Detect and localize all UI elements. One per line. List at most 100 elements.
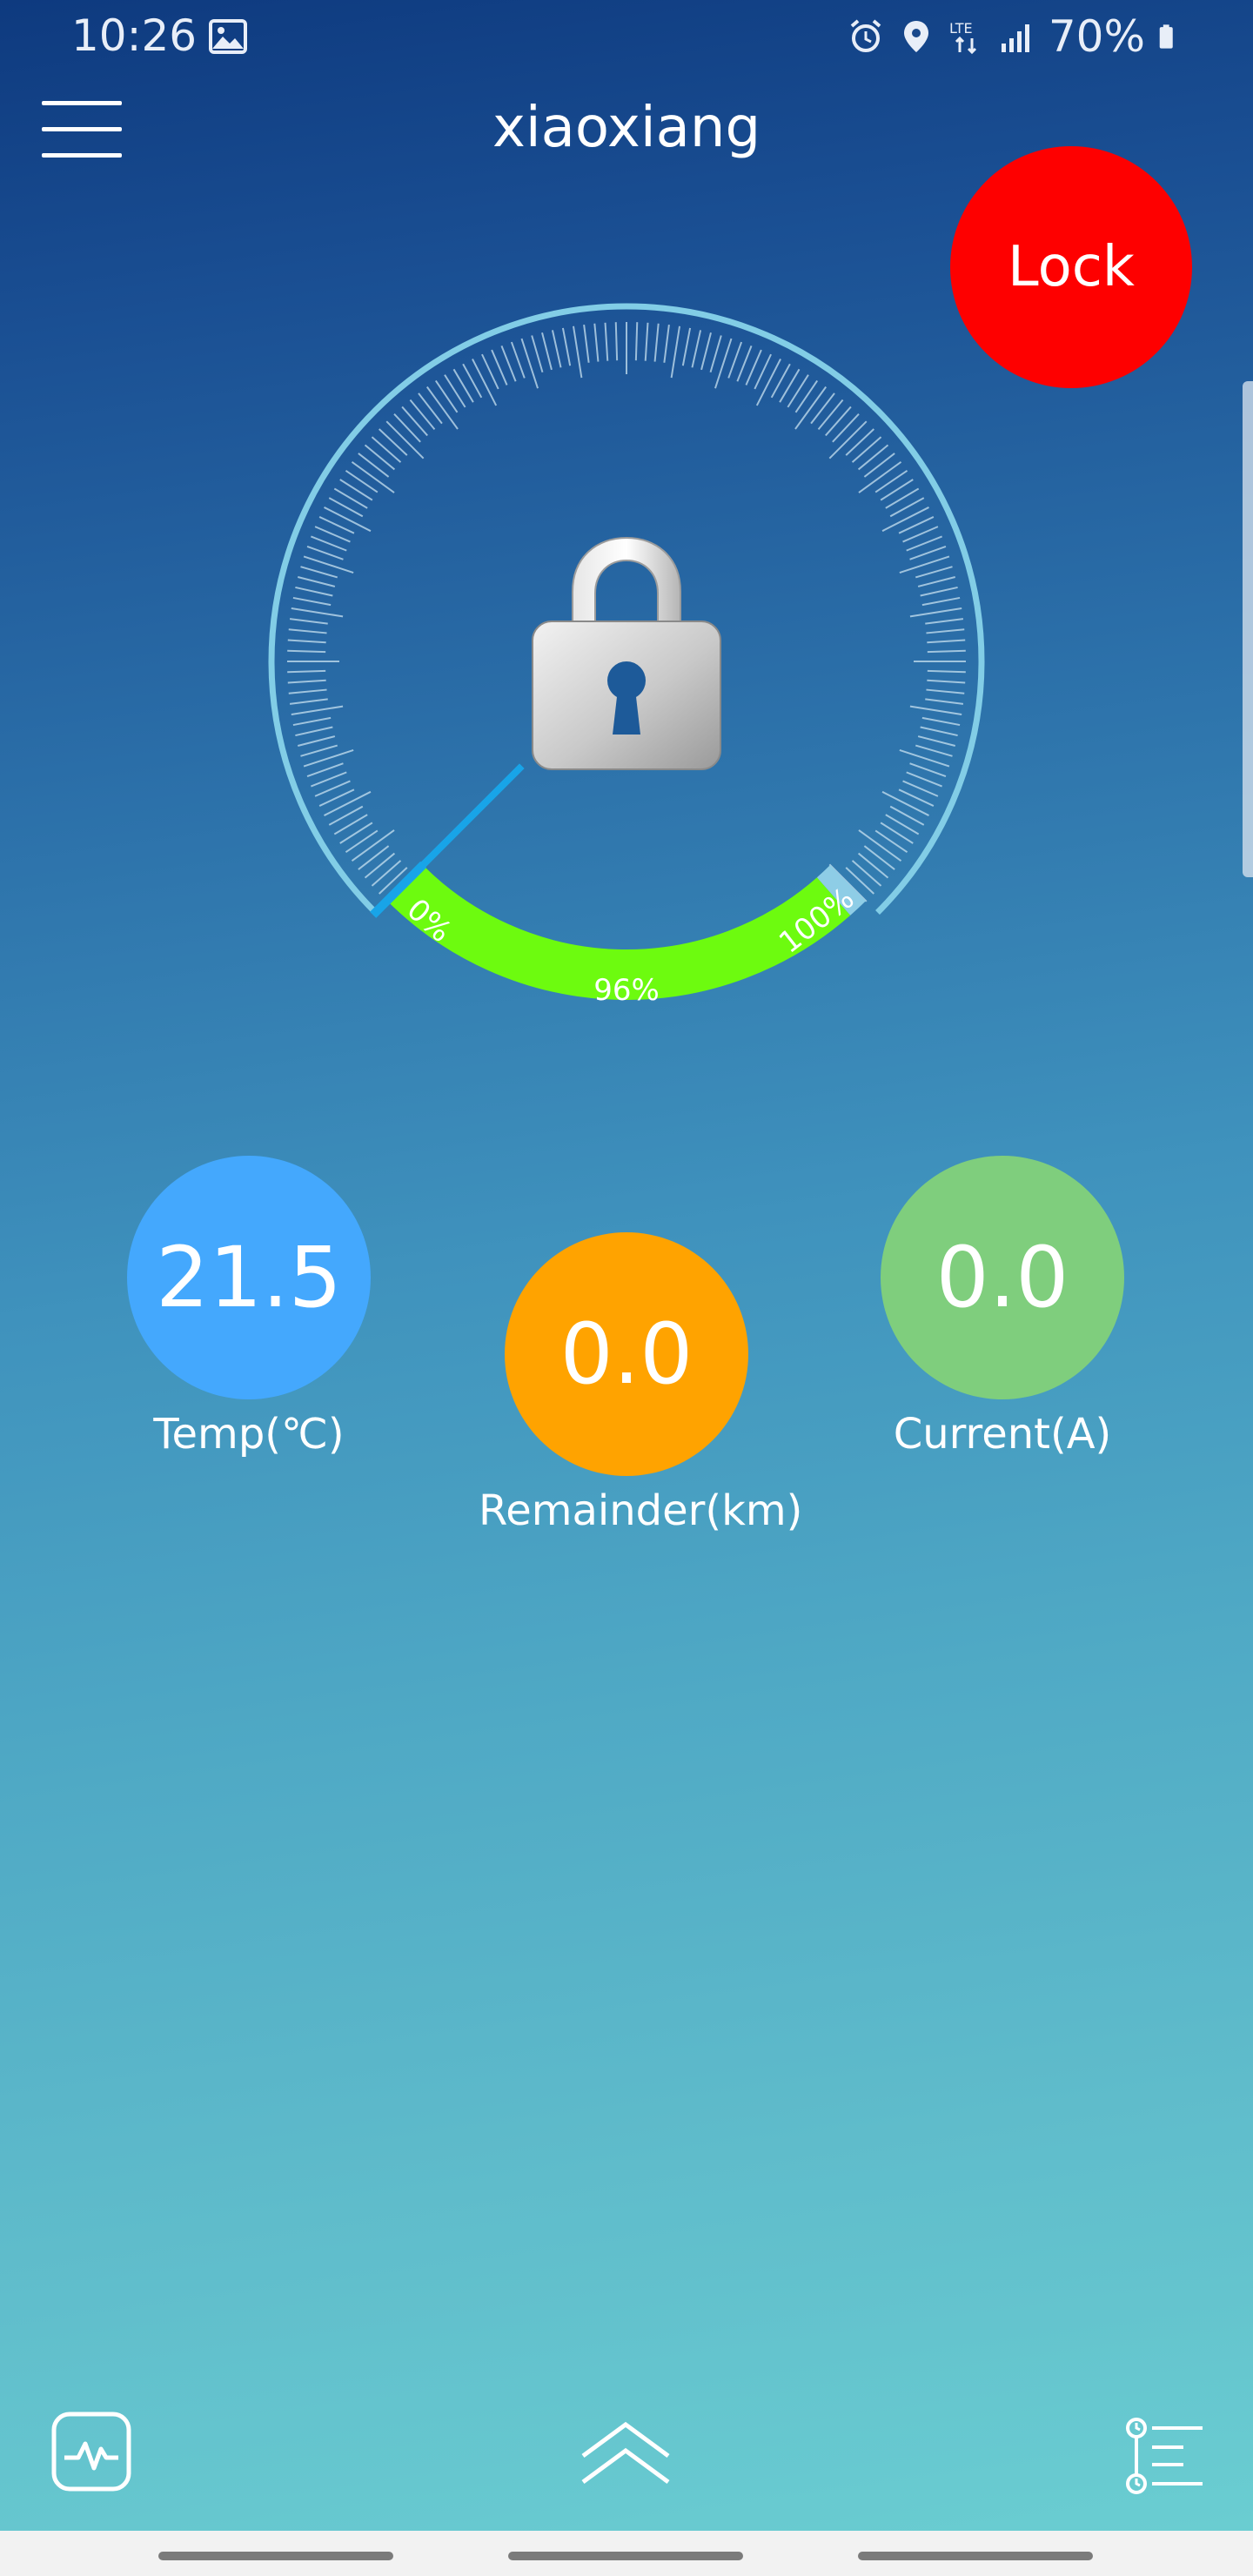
gauge-tick bbox=[541, 332, 553, 371]
gauge-tick bbox=[345, 469, 379, 493]
gauge-tick bbox=[644, 322, 649, 361]
gauge-tick bbox=[915, 744, 953, 757]
gauge-tick bbox=[328, 805, 364, 826]
svg-text:LTE: LTE bbox=[949, 20, 973, 37]
gauge-tick bbox=[881, 790, 929, 816]
pulse-icon[interactable] bbox=[50, 2411, 132, 2492]
temp-label: Temp(℃) bbox=[153, 1410, 345, 1459]
gauge-tick bbox=[857, 852, 889, 879]
gauge-tick bbox=[364, 444, 396, 471]
gauge-tick bbox=[328, 497, 364, 518]
gauge-tick bbox=[874, 829, 908, 854]
gauge-tick bbox=[885, 814, 920, 835]
location-icon bbox=[903, 21, 928, 52]
gauge-tick bbox=[573, 325, 583, 379]
gauge-tick bbox=[832, 413, 860, 443]
gauge-tick bbox=[583, 324, 590, 363]
gauge-tick bbox=[663, 324, 670, 363]
current-stat: 0.0 Current(A) bbox=[854, 1156, 1150, 1459]
gauge-tick bbox=[604, 322, 609, 361]
gauge-tick bbox=[444, 374, 466, 408]
gauge-tick bbox=[472, 359, 498, 406]
gauge-tick bbox=[364, 852, 396, 879]
system-nav-bar bbox=[0, 2531, 1253, 2576]
gauge-dial bbox=[268, 303, 985, 1000]
gauge-tick bbox=[794, 379, 819, 413]
gauge-tick bbox=[851, 860, 882, 887]
gauge-tick bbox=[921, 596, 961, 607]
lte-icon: LTE bbox=[949, 20, 976, 55]
gauge-tick bbox=[920, 726, 958, 737]
temp-value: 21.5 bbox=[127, 1156, 371, 1399]
gauge-tick bbox=[817, 399, 844, 431]
gauge-tick bbox=[393, 413, 421, 443]
gauge-tick bbox=[434, 379, 459, 413]
gauge-tick bbox=[379, 428, 408, 456]
padlock-icon bbox=[532, 536, 721, 770]
gauge-tick bbox=[927, 669, 966, 674]
gauge-tick bbox=[289, 618, 328, 625]
gauge-tick bbox=[452, 368, 474, 403]
gauge-tick bbox=[345, 829, 379, 854]
nav-home-button[interactable] bbox=[508, 2552, 743, 2560]
gauge-tick bbox=[927, 679, 966, 684]
gauge-tick bbox=[300, 566, 338, 579]
gauge-tick bbox=[825, 406, 852, 437]
gauge-tick bbox=[920, 586, 958, 597]
gauge-tick bbox=[291, 705, 344, 715]
timeline-list-icon[interactable] bbox=[1122, 2416, 1206, 2496]
gauge-tick bbox=[289, 698, 328, 705]
gauge-needle bbox=[418, 763, 525, 870]
gauge-tick bbox=[339, 479, 373, 501]
gauge-tick bbox=[880, 479, 914, 501]
current-label: Current(A) bbox=[893, 1410, 1112, 1459]
gauge-tick bbox=[510, 341, 526, 379]
gauge-tick bbox=[288, 628, 327, 634]
image-icon bbox=[209, 19, 247, 54]
gauge-tick bbox=[881, 506, 929, 533]
nav-back-button[interactable] bbox=[858, 2552, 1093, 2560]
signal-icon bbox=[1001, 24, 1029, 52]
gauge-tick bbox=[306, 545, 344, 560]
gauge-tick bbox=[681, 327, 692, 366]
chevron-up-icon[interactable] bbox=[578, 2419, 673, 2489]
gauge-tick bbox=[926, 688, 965, 694]
gauge-tick bbox=[909, 607, 962, 618]
gauge-tick bbox=[333, 814, 368, 835]
gauge-tick bbox=[670, 325, 680, 379]
gauge-tick bbox=[287, 639, 326, 644]
gauge-tick bbox=[462, 363, 483, 399]
gauge-ticks bbox=[287, 322, 966, 902]
gauge-value-label: 96% bbox=[593, 973, 660, 1008]
gauge-tick bbox=[845, 428, 874, 456]
gauge-tick bbox=[691, 330, 702, 368]
gauge-tick bbox=[925, 618, 964, 625]
gauge-tick bbox=[787, 374, 809, 408]
remainder-value: 0.0 bbox=[505, 1232, 748, 1476]
edge-panel-handle[interactable] bbox=[1243, 381, 1253, 877]
gauge-tick bbox=[755, 359, 781, 406]
gauge-tick bbox=[653, 323, 660, 362]
gauge-tick bbox=[700, 332, 712, 371]
gauge-tick bbox=[593, 323, 600, 362]
gauge-tick bbox=[851, 436, 882, 463]
remainder-label: Remainder(km) bbox=[479, 1486, 803, 1535]
temp-stat: 21.5 Temp(℃) bbox=[101, 1156, 397, 1459]
gauge-tick bbox=[927, 649, 966, 654]
gauge-tick bbox=[551, 330, 562, 368]
gauge-tick bbox=[909, 762, 947, 778]
gauge-tick bbox=[909, 705, 962, 715]
gauge-tick bbox=[371, 860, 402, 887]
gauge-tick bbox=[561, 327, 572, 366]
gauge-tick bbox=[917, 735, 955, 747]
nav-recents-button[interactable] bbox=[158, 2552, 393, 2560]
gauge-tick bbox=[333, 487, 368, 509]
gauge-tick bbox=[287, 649, 326, 654]
battery-percent: 70% bbox=[1048, 11, 1145, 62]
gauge-tick bbox=[927, 639, 966, 644]
gauge-fill-band bbox=[386, 864, 851, 1000]
gauge-tick bbox=[614, 322, 619, 361]
gauge-tick bbox=[300, 744, 338, 757]
gauge-tick bbox=[409, 399, 436, 431]
gauge-tick bbox=[925, 698, 964, 705]
